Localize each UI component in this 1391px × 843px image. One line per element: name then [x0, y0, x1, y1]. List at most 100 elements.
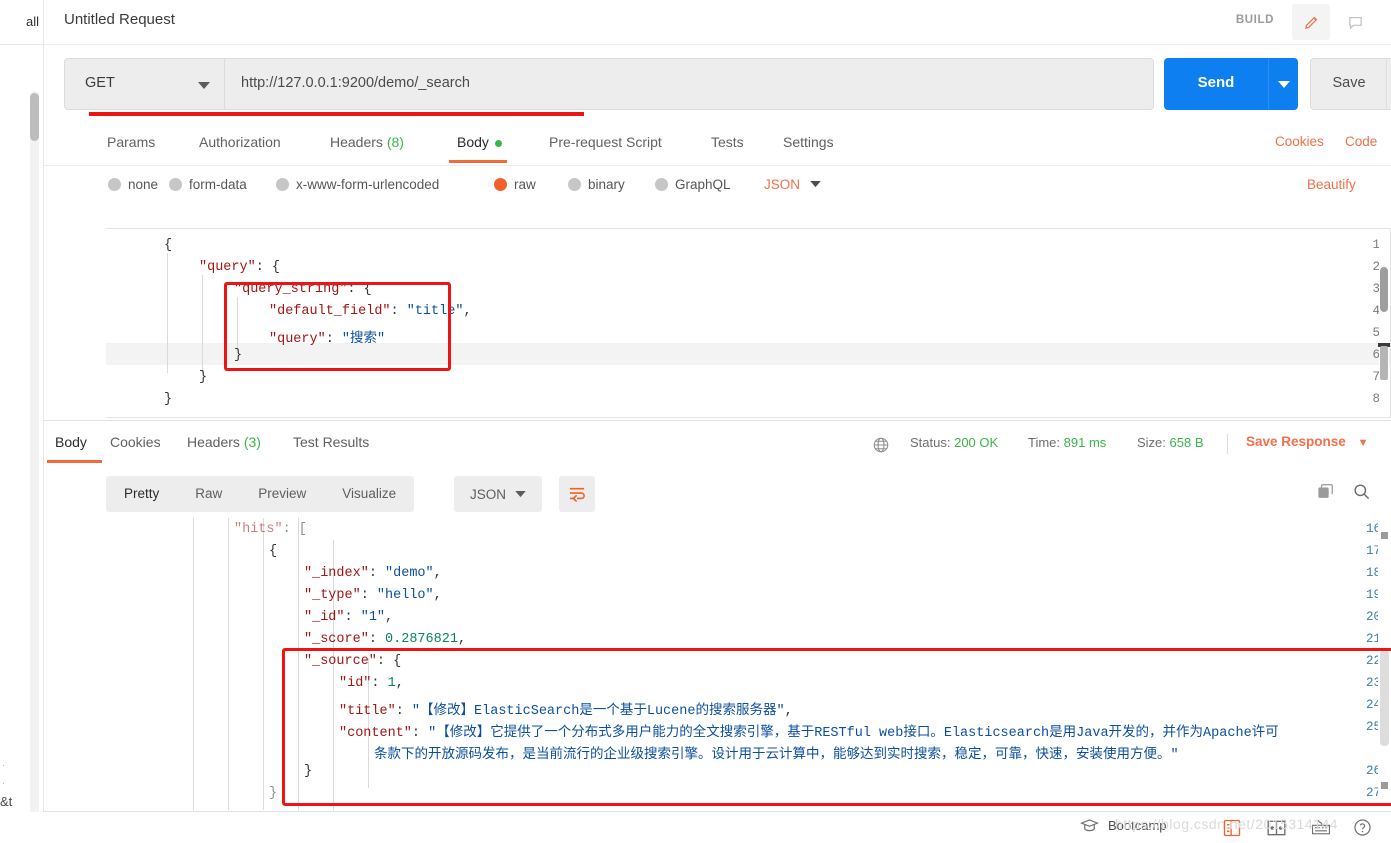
tab-label: Headers — [330, 134, 383, 150]
layout-toggle-button[interactable] — [1266, 818, 1287, 838]
sidebar-fragment-1: . — [2, 757, 6, 769]
search-button[interactable] — [1352, 482, 1371, 506]
code-token: : — [360, 588, 377, 603]
tab-headers[interactable]: Headers (8) — [330, 134, 404, 150]
keyboard-shortcuts-button[interactable] — [1310, 818, 1332, 836]
code-line: } — [164, 392, 172, 407]
response-format-select[interactable]: JSON — [454, 476, 542, 512]
status-bar: Bootcamp — [0, 812, 1391, 843]
code-line: "hits": [ — [234, 522, 307, 537]
status-badge: Status: 200 OK — [910, 435, 998, 450]
fold-guide — [167, 253, 168, 373]
view-mode-preview[interactable]: Preview — [240, 476, 324, 512]
body-type-urlencoded[interactable]: x-www-form-urlencoded — [276, 177, 439, 192]
copy-button[interactable] — [1316, 482, 1335, 506]
tab-label: Settings — [783, 134, 834, 150]
send-options-button[interactable] — [1268, 58, 1298, 110]
scroll-up-marker[interactable] — [1381, 532, 1388, 539]
code-token: , — [433, 588, 442, 603]
request-scrollbar-track[interactable] — [1379, 230, 1389, 417]
response-tab-test-results[interactable]: Test Results — [293, 434, 369, 450]
time-value: 891 ms — [1063, 435, 1107, 450]
save-label: Save — [1332, 75, 1366, 91]
comments-button[interactable] — [1336, 4, 1374, 40]
code-link[interactable]: Code — [1345, 134, 1377, 149]
search-icon — [1354, 484, 1370, 500]
sidebar-scrollbar-track[interactable] — [30, 91, 39, 839]
tab-label: Cookies — [110, 434, 161, 450]
tab-settings[interactable]: Settings — [783, 134, 834, 150]
code-token: "_score" — [304, 632, 369, 647]
code-line: } — [269, 786, 277, 801]
code-token: "query" — [199, 260, 256, 275]
help-button[interactable] — [1353, 818, 1372, 837]
code-token: "_type" — [304, 588, 361, 603]
annotation-request-query-string — [224, 282, 451, 371]
view-mode-raw[interactable]: Raw — [177, 476, 240, 512]
help-circle-icon — [1354, 819, 1371, 836]
body-type-binary[interactable]: binary — [568, 177, 625, 192]
radio-icon — [568, 178, 581, 191]
save-button[interactable]: Save — [1310, 58, 1386, 110]
method-select[interactable]: GET — [64, 58, 224, 110]
code-token: , — [463, 304, 472, 319]
body-type-graphql[interactable]: GraphQL — [655, 177, 731, 192]
console-button[interactable] — [1222, 818, 1242, 838]
chevron-down-icon — [1278, 81, 1290, 88]
beautify-link[interactable]: Beautify — [1307, 177, 1356, 192]
response-format-value: JSON — [469, 486, 506, 502]
cookies-link[interactable]: Cookies — [1275, 134, 1324, 149]
comment-icon — [1348, 16, 1362, 30]
fold-guide — [228, 518, 229, 810]
save-options-button[interactable] — [1386, 58, 1391, 110]
chevron-down-icon — [810, 181, 821, 188]
tab-pre-request-script[interactable]: Pre-request Script — [549, 134, 662, 150]
body-type-raw[interactable]: raw — [494, 177, 536, 192]
chevron-down-icon — [198, 82, 210, 89]
sidebar-scrollbar-thumb[interactable] — [30, 93, 39, 141]
view-mode-visualize[interactable]: Visualize — [324, 476, 414, 512]
send-label: Send — [1197, 74, 1235, 91]
url-bar: GET http://127.0.0.1:9200/demo/_search S… — [64, 58, 1391, 110]
response-divider — [44, 420, 1391, 421]
response-toolbar: Pretty Raw Preview Visualize JSON — [44, 470, 1391, 518]
view-mode-pretty[interactable]: Pretty — [106, 476, 177, 512]
send-button[interactable]: Send — [1164, 58, 1268, 110]
edit-request-button[interactable] — [1292, 4, 1330, 40]
tab-tests[interactable]: Tests — [711, 134, 744, 150]
code-token: 0.2876821 — [385, 632, 458, 647]
page-title: Untitled Request — [64, 11, 175, 28]
radio-label: x-www-form-urlencoded — [296, 177, 440, 192]
url-value: http://127.0.0.1:9200/demo/_search — [241, 75, 470, 91]
request-scrollbar-thumb[interactable] — [1380, 267, 1388, 312]
method-value: GET — [85, 75, 115, 91]
status-label: Status: — [910, 435, 951, 450]
body-type-form-data[interactable]: form-data — [169, 177, 247, 192]
response-tab-headers[interactable]: Headers (3) — [187, 434, 261, 450]
two-pane-layout-icon — [1267, 820, 1286, 836]
body-modified-dot — [494, 139, 502, 147]
tab-body[interactable]: Body — [457, 134, 502, 150]
body-format-select[interactable]: JSON — [764, 177, 821, 192]
tab-authorization[interactable]: Authorization — [199, 134, 281, 150]
response-tab-body[interactable]: Body — [55, 434, 87, 450]
body-type-none[interactable]: none — [108, 177, 158, 192]
tab-label: Authorization — [199, 134, 281, 150]
tab-params[interactable]: Params — [107, 134, 155, 150]
console-icon — [1223, 819, 1241, 837]
tabs-divider — [44, 165, 1391, 166]
url-input[interactable]: http://127.0.0.1:9200/demo/_search — [224, 58, 1154, 110]
word-wrap-button[interactable] — [559, 476, 595, 512]
response-tab-cookies[interactable]: Cookies — [110, 434, 161, 450]
tab-label: Pre-request Script — [549, 134, 662, 150]
annotation-url-underline — [89, 112, 584, 116]
save-response-button[interactable]: Save Response ▼ — [1246, 434, 1368, 449]
code-token: "hits" — [234, 522, 283, 537]
request-scrollbar-secondary[interactable] — [1380, 346, 1388, 380]
chevron-down-icon — [515, 490, 526, 497]
tab-label: Params — [107, 134, 156, 150]
body-type-row: none form-data x-www-form-urlencoded raw… — [44, 173, 1391, 205]
code-token: "_id" — [304, 610, 345, 625]
bootcamp-button[interactable]: Bootcamp — [1080, 818, 1167, 833]
tab-label: Headers — [187, 434, 240, 450]
